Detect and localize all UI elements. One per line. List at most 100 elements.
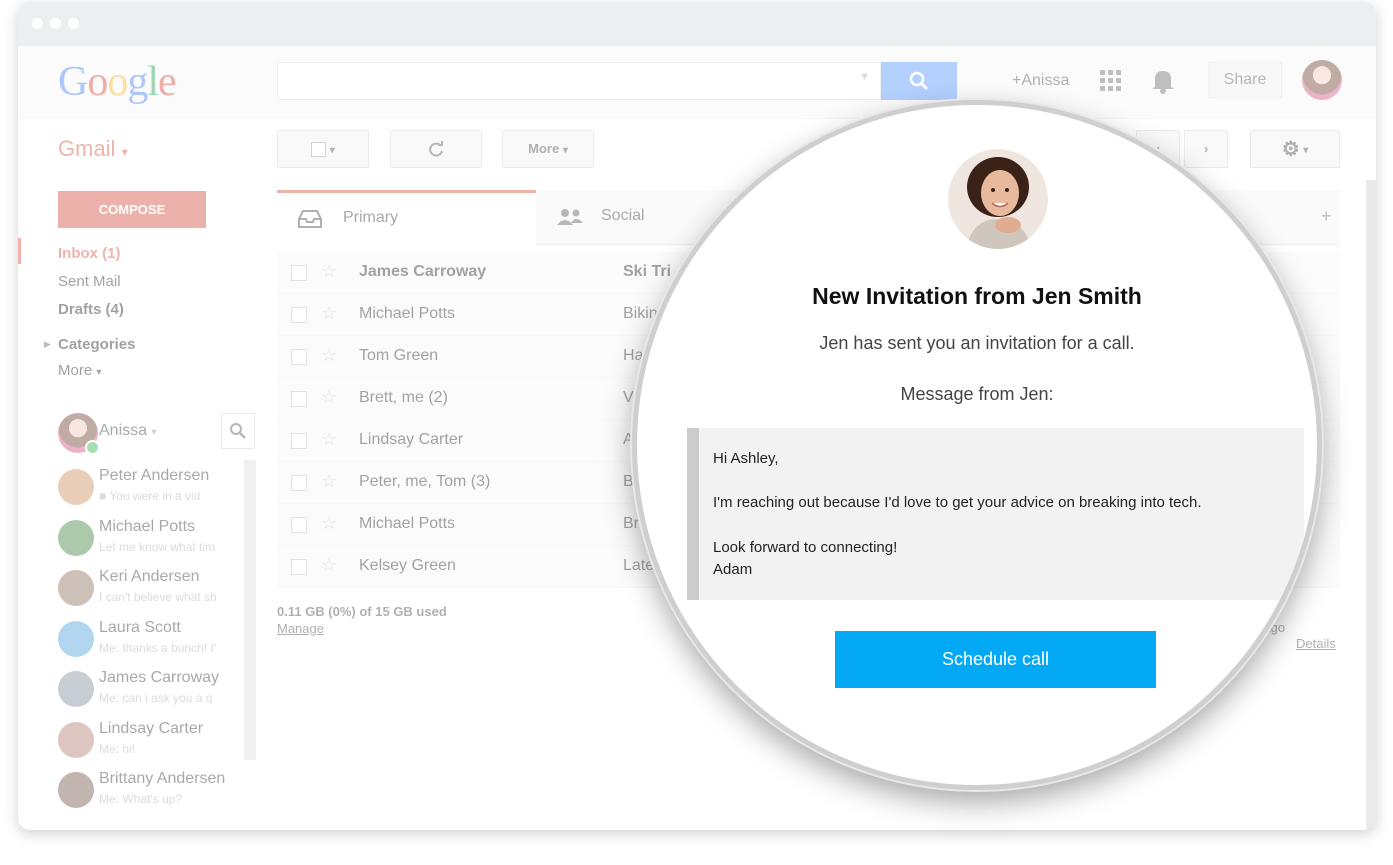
select-all-checkbox[interactable]: ▾	[277, 130, 369, 168]
more-actions-button[interactable]: More ▾	[502, 130, 594, 168]
nav-sent-mail[interactable]: Sent Mail	[58, 273, 121, 290]
row-sender: James Carroway	[359, 263, 487, 280]
settings-button[interactable]: ⚙ ▾	[1250, 130, 1340, 168]
contact-status: Me: hi!	[99, 742, 136, 756]
contact-status: ■ You were in a vid	[99, 489, 239, 503]
people-icon	[557, 209, 583, 225]
star-icon[interactable]: ☆	[321, 429, 337, 450]
search-options-icon[interactable]: ▼	[859, 71, 870, 83]
star-icon[interactable]: ☆	[321, 555, 337, 576]
row-checkbox[interactable]	[291, 475, 307, 491]
contact-name: Keri Andersen	[99, 568, 200, 585]
contact-status: Me: What's up?	[99, 792, 182, 806]
add-tab-icon[interactable]: +	[1321, 206, 1332, 227]
newer-page-button[interactable]: ›	[1184, 130, 1228, 168]
contact-avatar	[58, 570, 94, 606]
checkbox-icon	[311, 142, 327, 158]
expand-arrow-icon[interactable]: ▶	[44, 339, 51, 350]
invitation-message: Hi Ashley, I'm reaching out because I'd …	[687, 428, 1304, 600]
message-signature: Adam	[713, 561, 753, 578]
row-checkbox[interactable]	[291, 391, 307, 407]
notifications-bell-icon[interactable]	[1151, 68, 1175, 94]
contact-name: Michael Potts	[99, 518, 196, 535]
apps-grid-icon[interactable]	[1100, 70, 1122, 92]
tab-social-label: Social	[601, 207, 645, 224]
window-minimize-dot[interactable]	[50, 18, 61, 29]
activity-details-link[interactable]: Details	[1296, 636, 1336, 651]
contact-avatar	[58, 772, 94, 808]
window-maximize-dot[interactable]	[68, 18, 79, 29]
window-close-dot[interactable]	[32, 18, 43, 29]
search-icon	[909, 71, 929, 91]
invitation-title: New Invitation from Jen Smith	[812, 283, 1142, 309]
sender-photo	[948, 149, 1048, 249]
chevron-down-icon: ▾	[96, 367, 102, 378]
message-body: I'm reaching out because I'd love to get…	[713, 494, 1202, 511]
search-input[interactable]: ▼	[277, 62, 881, 100]
row-checkbox[interactable]	[291, 307, 307, 323]
contact-name: Brittany Andersen	[99, 770, 226, 787]
contact-avatar	[58, 520, 94, 556]
chevron-down-icon: ▾	[329, 145, 335, 156]
nav-categories[interactable]: Categories	[58, 336, 136, 353]
nav-more[interactable]: More ▾	[58, 362, 101, 379]
nav-more-label: More	[58, 362, 93, 379]
contact-status: Me: thanks a bunch! I'	[99, 641, 217, 655]
star-icon[interactable]: ☆	[321, 513, 337, 534]
chat-search-button[interactable]	[221, 413, 255, 449]
row-sender: Peter, me, Tom (3)	[359, 473, 491, 490]
star-icon[interactable]: ☆	[321, 387, 337, 408]
more-label: More	[528, 141, 560, 156]
search-button[interactable]	[881, 62, 957, 100]
message-from-label: Message from Jen:	[900, 384, 1054, 404]
gear-icon: ⚙	[1281, 138, 1300, 161]
row-subject: V	[623, 389, 634, 406]
account-name-link[interactable]: +Anissa	[1012, 72, 1069, 90]
row-subject: Br	[623, 515, 639, 532]
chat-user-name: Anissa	[99, 422, 148, 439]
contact-avatar	[58, 722, 94, 758]
row-sender: Brett, me (2)	[359, 389, 448, 406]
gmail-label: Gmail	[58, 136, 116, 161]
star-icon[interactable]: ☆	[321, 345, 337, 366]
contacts-scrollbar[interactable]	[244, 460, 256, 760]
manage-storage-link[interactable]: Manage	[277, 621, 324, 636]
contact-status: I can't believe what sh	[99, 590, 217, 604]
google-logo[interactable]: Google	[58, 58, 177, 106]
main-scrollbar[interactable]	[1366, 180, 1376, 830]
row-sender: Kelsey Green	[359, 557, 456, 574]
contact-name: James Carroway	[99, 669, 220, 686]
row-sender: Michael Potts	[359, 515, 456, 532]
star-icon[interactable]: ☆	[321, 471, 337, 492]
row-checkbox[interactable]	[291, 265, 307, 281]
contact-status: Let me know what tim	[99, 540, 216, 554]
chevron-right-icon: ›	[1203, 141, 1209, 156]
row-subject: Ski Tri	[623, 263, 672, 280]
invitation-magnifier: New Invitation from Jen Smith Jen has se…	[632, 100, 1322, 790]
compose-button[interactable]: COMPOSE	[58, 191, 206, 228]
nav-drafts[interactable]: Drafts (4)	[58, 301, 124, 318]
tab-primary[interactable]: Primary	[277, 190, 536, 245]
row-checkbox[interactable]	[291, 559, 307, 575]
tab-primary-label: Primary	[343, 209, 399, 226]
online-status-icon	[85, 440, 100, 455]
row-checkbox[interactable]	[291, 433, 307, 449]
refresh-icon	[429, 140, 443, 157]
chevron-down-icon: ▾	[562, 145, 568, 156]
storage-usage: 0.11 GB (0%) of 15 GB used	[277, 604, 447, 619]
nav-inbox[interactable]: Inbox (1)	[58, 245, 121, 262]
chevron-down-icon: ▾	[151, 427, 157, 438]
star-icon[interactable]: ☆	[321, 303, 337, 324]
inbox-tray-icon	[298, 210, 322, 228]
gmail-menu[interactable]: Gmail ▾	[58, 136, 128, 162]
row-checkbox[interactable]	[291, 349, 307, 365]
row-subject: Late	[623, 557, 655, 574]
account-avatar[interactable]	[1302, 60, 1342, 100]
refresh-button[interactable]	[390, 130, 482, 168]
share-button[interactable]: Share	[1208, 62, 1282, 98]
chat-user-menu[interactable]: Anissa ▾	[99, 422, 157, 440]
row-checkbox[interactable]	[291, 517, 307, 533]
row-sender: Lindsay Carter	[359, 431, 464, 448]
star-icon[interactable]: ☆	[321, 261, 337, 282]
schedule-call-button[interactable]: Schedule call	[835, 631, 1156, 688]
